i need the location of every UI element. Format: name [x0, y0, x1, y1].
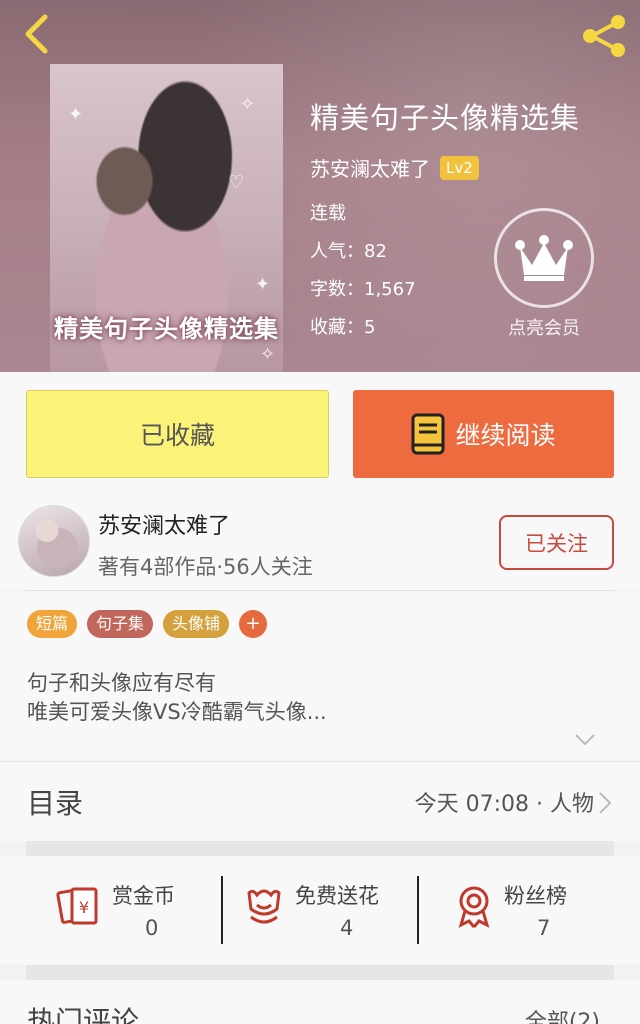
book-meta: 连载 人气：82 字数：1,567 收藏：5: [310, 200, 416, 352]
header-author[interactable]: 苏安澜太难了 Lv2: [310, 153, 479, 182]
crown-icon: [515, 235, 573, 281]
share-icon: [583, 15, 625, 57]
vip-button[interactable]: 点亮会员: [492, 208, 596, 340]
author-card-summary: 著有4部作品·56人关注: [98, 555, 313, 579]
medal-icon: [458, 886, 490, 928]
book-header: ✦ ✧ ♡ ✦ ✧ 精美句子头像精选集 精美句子头像精选集 苏安澜太难了 Lv2…: [0, 0, 640, 372]
reward-coins[interactable]: ¥ 赏金币 0: [0, 856, 221, 965]
stat-label: 赏金币: [112, 884, 175, 908]
tag-sentence-collection[interactable]: 句子集: [87, 610, 154, 638]
latest-chapter: 今天 07:08 · 人物: [414, 792, 594, 817]
catalog-row[interactable]: 目录 今天 07:08 · 人物: [0, 761, 640, 841]
author-name[interactable]: 苏安澜太难了: [310, 153, 430, 182]
free-flowers[interactable]: 免费送花 4: [223, 856, 417, 965]
follow-button[interactable]: 已关注: [499, 515, 614, 570]
book-icon: [411, 413, 445, 455]
sparkle-icon: ✧: [240, 94, 256, 115]
book-title: 精美句子头像精选集: [310, 101, 581, 135]
vip-label: 点亮会员: [508, 318, 580, 339]
popularity-count: 人气：82: [310, 241, 387, 262]
add-tag-button[interactable]: +: [239, 610, 268, 638]
share-button[interactable]: [578, 12, 630, 60]
back-arrow-icon: [25, 14, 48, 54]
comments-title: 热门评论: [27, 1005, 140, 1024]
reward-stats: ¥ 赏金币 0 免费送花 4 粉丝榜 7: [0, 856, 640, 965]
vip-badge: [494, 208, 594, 308]
intro-line: 句子和头像应有尽有: [27, 671, 216, 695]
chevron-right-icon: [599, 792, 612, 814]
sparkle-icon: ✦: [255, 274, 271, 295]
section-spacer: [26, 841, 614, 856]
continue-reading-label: 继续阅读: [455, 421, 556, 450]
stat-label: 免费送花: [295, 884, 379, 908]
tag-list: 短篇 句子集 头像铺 +: [27, 610, 268, 638]
stat-label: 粉丝榜: [504, 884, 567, 908]
continue-reading-button[interactable]: 继续阅读: [353, 390, 614, 478]
hot-comments-header[interactable]: 热门评论 全部(2): [0, 980, 640, 1024]
catalog-title: 目录: [27, 787, 84, 820]
avatar[interactable]: [18, 505, 90, 577]
red-envelope-icon: ¥: [56, 887, 98, 925]
favorites-count: 收藏：5: [310, 317, 376, 338]
section-spacer: [26, 965, 614, 980]
intro-line: 唯美可爱头像VS冷酷霸气头像...: [27, 700, 327, 724]
stat-value: 7: [537, 916, 551, 940]
stat-value: 0: [145, 916, 159, 940]
all-comments-link[interactable]: 全部(2): [525, 1004, 600, 1024]
svg-text:¥: ¥: [79, 898, 89, 917]
author-card[interactable]: 苏安澜太难了 著有4部作品·56人关注 已关注: [0, 490, 640, 590]
author-card-name[interactable]: 苏安澜太难了: [98, 508, 230, 540]
serial-status: 连载: [310, 203, 346, 224]
book-intro[interactable]: 句子和头像应有尽有 唯美可爱头像VS冷酷霸气头像...: [27, 669, 327, 727]
collected-button[interactable]: 已收藏: [26, 390, 329, 478]
flower-icon: [247, 889, 281, 924]
word-count: 字数：1,567: [310, 279, 416, 300]
tag-avatar-shop[interactable]: 头像铺: [163, 610, 230, 638]
chevron-down-icon[interactable]: [574, 733, 596, 747]
tag-short[interactable]: 短篇: [27, 610, 78, 638]
back-button[interactable]: [14, 10, 58, 58]
heart-icon: ♡: [228, 172, 245, 193]
fan-ranking[interactable]: 粉丝榜 7: [419, 856, 640, 965]
collected-label: 已收藏: [139, 421, 215, 450]
cover-title: 精美句子头像精选集: [54, 314, 279, 343]
tags-and-intro: 短篇 句子集 头像铺 + 句子和头像应有尽有 唯美可爱头像VS冷酷霸气头像...: [0, 591, 640, 761]
level-badge: Lv2: [440, 155, 479, 180]
sparkle-icon: ✦: [68, 104, 84, 125]
sparkle-icon: ✧: [260, 344, 276, 365]
book-cover[interactable]: ✦ ✧ ♡ ✦ ✧ 精美句子头像精选集: [50, 64, 283, 372]
stat-value: 4: [340, 916, 354, 940]
action-bar: 已收藏 继续阅读: [0, 372, 640, 490]
